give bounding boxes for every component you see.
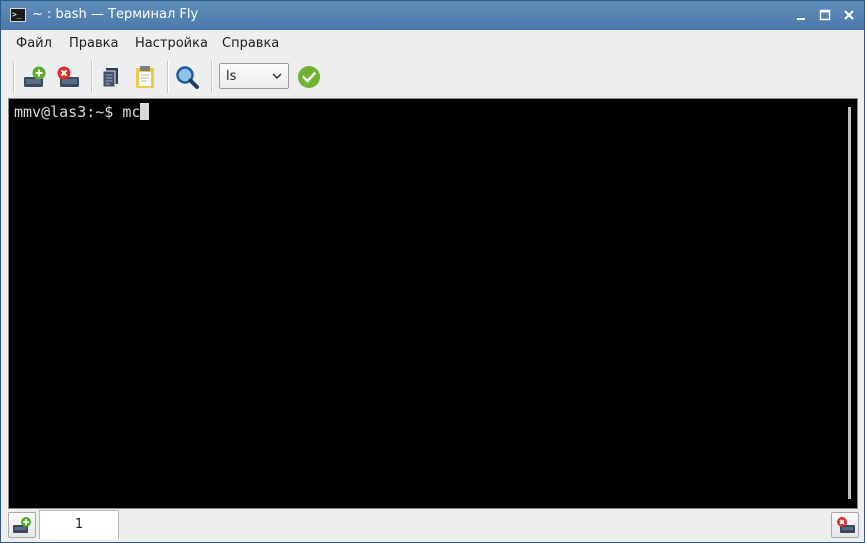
terminal-scrollbar[interactable] <box>848 107 851 499</box>
new-tab-button[interactable] <box>8 512 36 538</box>
copy-button[interactable] <box>97 63 125 91</box>
toolbar-separator <box>13 61 15 93</box>
maximize-icon[interactable] <box>816 6 834 24</box>
paste-icon <box>136 66 154 88</box>
toolbar-separator <box>167 61 169 93</box>
minimize-icon[interactable] <box>792 6 810 24</box>
close-tab-button[interactable] <box>831 512 859 538</box>
search-button[interactable] <box>173 63 201 91</box>
terminal-window: >_ ~ : bash — Терминал Fly Файл Правка Н… <box>0 0 865 543</box>
command-combo-value: ls <box>226 69 237 84</box>
terminal-prompt: mmv@las3:~$ <box>14 103 123 121</box>
menu-edit[interactable]: Правка <box>69 36 118 51</box>
title-bar[interactable]: >_ ~ : bash — Терминал Fly <box>1 1 864 30</box>
run-command-button[interactable] <box>296 63 324 91</box>
paste-button[interactable] <box>131 63 159 91</box>
run-check-icon <box>298 66 320 88</box>
terminal-prompt-line: mmv@las3:~$ mc <box>14 103 150 121</box>
close-tab-icon <box>837 517 855 533</box>
close-session-button[interactable] <box>54 63 82 91</box>
menu-file[interactable]: Файл <box>16 36 52 51</box>
search-icon <box>176 66 199 89</box>
toolbar-separator <box>91 61 93 93</box>
menu-help[interactable]: Справка <box>222 36 279 51</box>
toolbar: ls <box>1 56 864 98</box>
new-session-icon <box>24 66 46 87</box>
terminal-cursor <box>140 103 150 120</box>
tab-bar: 1 <box>1 509 864 542</box>
terminal-area[interactable]: mmv@las3:~$ mc <box>8 98 858 509</box>
tab-1[interactable]: 1 <box>39 510 119 539</box>
command-combo[interactable]: ls <box>219 63 289 89</box>
terminal-app-icon: >_ <box>10 8 26 22</box>
window-title: ~ : bash — Терминал Fly <box>32 7 199 22</box>
copy-icon <box>102 68 118 88</box>
chevron-down-icon <box>270 68 284 84</box>
new-tab-icon <box>13 517 31 533</box>
new-session-button[interactable] <box>21 63 49 91</box>
menu-bar: Файл Правка Настройка Справка <box>1 30 864 56</box>
toolbar-separator <box>211 61 213 93</box>
close-icon[interactable] <box>840 6 858 24</box>
terminal-command: mc <box>122 103 141 121</box>
close-session-icon <box>57 66 79 87</box>
menu-settings[interactable]: Настройка <box>135 36 208 51</box>
